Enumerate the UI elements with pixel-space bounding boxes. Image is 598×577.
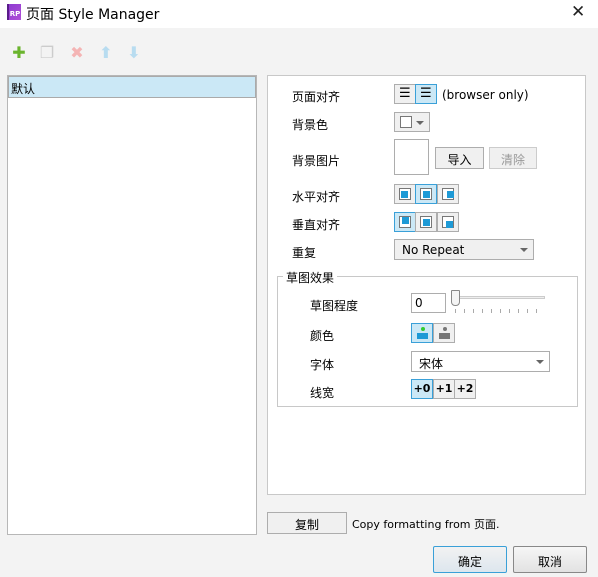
bg-color-picker[interactable] [394, 112, 430, 132]
delete-icon[interactable]: ✖ [68, 43, 86, 62]
import-button[interactable]: 导入 [435, 147, 484, 169]
grayscale-mode-button[interactable] [433, 323, 455, 343]
line-width-0-button[interactable]: +0 [411, 379, 433, 399]
copy-description: Copy formatting from 页面. [352, 518, 500, 531]
slider-ticks [455, 309, 545, 313]
chevron-down-icon [520, 248, 528, 252]
title-bar: RP 页面 Style Manager ✕ [0, 0, 598, 28]
v-align-middle-button[interactable] [415, 212, 437, 232]
color-mode-button[interactable] [411, 323, 433, 343]
color-label: 颜色 [310, 329, 335, 343]
line-width-2-button[interactable]: +2 [454, 379, 476, 399]
app-logo-icon: RP [7, 4, 21, 20]
h-align-left-button[interactable] [394, 184, 416, 204]
h-align-center-button[interactable] [415, 184, 437, 204]
page-align-label: 页面对齐 [292, 90, 341, 104]
sketch-slider-track[interactable] [455, 296, 545, 299]
cancel-button[interactable]: 取消 [513, 546, 587, 573]
font-value: 宋体 [419, 357, 444, 371]
sketch-effects-group: 草图效果 草图程度 0 颜色 字体 宋体 线宽 +0 +1 +2 [277, 269, 578, 407]
line-width-label: 线宽 [310, 386, 335, 400]
bg-image-label: 背景图片 [292, 154, 341, 168]
clear-button[interactable]: 清除 [489, 147, 537, 169]
align-left-button[interactable]: ☰ [394, 84, 416, 104]
close-icon[interactable]: ✕ [571, 2, 585, 22]
duplicate-icon[interactable]: ❐ [38, 43, 56, 62]
sketch-level-label: 草图程度 [310, 299, 359, 313]
v-align-bottom-button[interactable] [437, 212, 459, 232]
bg-color-label: 背景色 [292, 118, 329, 132]
move-down-icon[interactable]: ⬇ [125, 43, 143, 62]
list-item[interactable]: 默认 [8, 76, 256, 98]
move-up-icon[interactable]: ⬆ [97, 43, 115, 62]
h-align-label: 水平对齐 [292, 190, 341, 204]
style-list[interactable]: 默认 [7, 75, 257, 535]
chevron-down-icon [536, 360, 544, 364]
bg-image-preview [394, 139, 429, 175]
repeat-label: 重复 [292, 246, 317, 260]
ok-button[interactable]: 确定 [433, 546, 507, 573]
line-width-1-button[interactable]: +1 [433, 379, 455, 399]
properties-panel: 页面对齐 ☰ ☰ (browser only) 背景色 背景图片 导入 清除 水… [267, 75, 586, 495]
repeat-value: No Repeat [402, 243, 465, 257]
v-align-top-button[interactable] [394, 212, 416, 232]
v-align-label: 垂直对齐 [292, 218, 341, 232]
font-label: 字体 [310, 358, 335, 372]
browser-only-note: (browser only) [442, 88, 529, 102]
sketch-level-input[interactable]: 0 [411, 293, 446, 313]
sketch-effects-title: 草图效果 [283, 269, 338, 286]
align-center-button[interactable]: ☰ [415, 84, 437, 104]
copy-button[interactable]: 复制 [267, 512, 347, 534]
window-title: 页面 Style Manager [26, 7, 160, 23]
h-align-right-button[interactable] [437, 184, 459, 204]
repeat-dropdown[interactable]: No Repeat [394, 239, 534, 260]
add-icon[interactable]: ✚ [10, 43, 28, 62]
font-dropdown[interactable]: 宋体 [411, 351, 550, 372]
sketch-slider-handle[interactable] [451, 290, 460, 306]
